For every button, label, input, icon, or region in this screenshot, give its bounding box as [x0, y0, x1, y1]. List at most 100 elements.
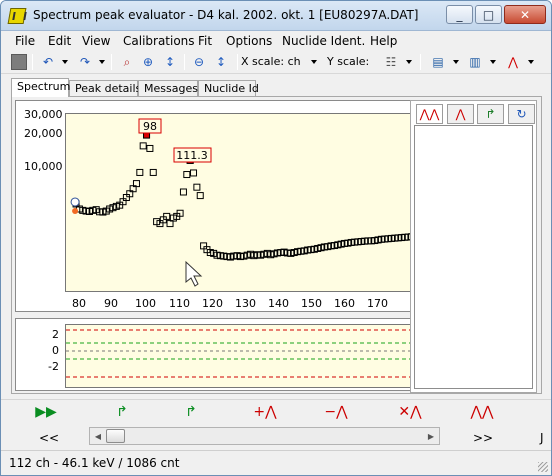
y-scale-icon[interactable]: ☷	[383, 54, 399, 70]
toolbar-separator	[111, 54, 112, 70]
refit-icon[interactable]: ↱	[181, 403, 201, 421]
x-tick-160: 160	[334, 297, 355, 310]
calibration-dropdown-icon[interactable]	[490, 60, 496, 64]
x-tick-170: 170	[367, 297, 388, 310]
residual-plot-frame: 2 0 -2	[15, 318, 416, 391]
x-tick-140: 140	[268, 297, 289, 310]
single-peak-tab-icon[interactable]: ⋀	[447, 104, 474, 124]
x-tick-90: 90	[104, 297, 118, 310]
redo-icon[interactable]: ↷	[77, 54, 93, 70]
toolbar-separator	[237, 54, 238, 70]
data-point	[136, 168, 144, 176]
peaks-tab-icon[interactable]: ⋀⋀	[416, 104, 443, 124]
calibration-icon[interactable]: ▥	[467, 54, 483, 70]
y-tick-20000: 20,000	[24, 127, 63, 140]
close-button[interactable]: ✕	[504, 5, 546, 24]
region-boundary-marker[interactable]	[70, 197, 80, 207]
data-point	[183, 171, 191, 179]
x-tick-150: 150	[301, 297, 322, 310]
toolbar-separator	[420, 54, 421, 70]
region-start-marker[interactable]	[72, 207, 79, 214]
spectrum-settings-dropdown-icon[interactable]	[453, 60, 459, 64]
side-panel-content	[414, 125, 533, 389]
redo-dropdown-icon[interactable]	[99, 60, 105, 64]
menu-file[interactable]: File	[15, 34, 35, 48]
y-scale-label[interactable]: Y scale:	[327, 55, 369, 68]
delete-peak-icon[interactable]: ✕⋀	[398, 403, 421, 421]
application-window: Spectrum peak evaluator - D4 kal. 2002. …	[0, 0, 552, 476]
scroll-thumb[interactable]	[106, 429, 125, 443]
menu-options[interactable]: Options	[226, 34, 272, 48]
tab-nuclide-id[interactable]: Nuclide Id	[198, 80, 259, 97]
menu-fit[interactable]: Fit	[198, 34, 212, 48]
scroll-left-icon[interactable]: ◀	[90, 428, 106, 444]
scroll-right-icon[interactable]: ▶	[423, 428, 439, 444]
run-all-icon[interactable]: ▶▶	[35, 403, 57, 421]
x-tick-130: 130	[235, 297, 256, 310]
title-bar[interactable]: Spectrum peak evaluator - D4 kal. 2002. …	[1, 1, 551, 31]
menu-calibrations[interactable]: Calibrations	[123, 34, 195, 48]
undo-icon[interactable]: ↶	[40, 54, 56, 70]
menu-edit[interactable]: Edit	[48, 34, 71, 48]
x-tick-120: 120	[202, 297, 223, 310]
data-point	[190, 169, 198, 177]
minimize-button[interactable]: _	[446, 5, 473, 24]
x-scale-dropdown-icon[interactable]	[311, 60, 317, 64]
residual-chart	[66, 329, 415, 378]
add-peak-icon[interactable]: +⋀	[253, 403, 276, 421]
zoom-region-icon[interactable]: ⌕	[119, 54, 135, 70]
y-scale-dropdown-icon[interactable]	[406, 60, 412, 64]
zoom-in-icon[interactable]: ⊕	[140, 54, 156, 70]
peak-98-label: 98	[143, 120, 157, 133]
menu-help[interactable]: Help	[370, 34, 397, 48]
toolbar-separator	[184, 54, 185, 70]
tab-messages[interactable]: Messages	[138, 80, 198, 97]
stop-icon[interactable]	[11, 54, 27, 70]
peak-98-label-group: 98	[138, 118, 162, 134]
x-tick-110: 110	[169, 297, 190, 310]
resize-grip[interactable]	[538, 462, 548, 472]
mouse-cursor-icon	[185, 260, 203, 287]
side-panel: ⋀⋀ ⋀ ↱ ↻	[410, 100, 537, 393]
peak-tool-dropdown-icon[interactable]	[528, 60, 534, 64]
menu-bar: File Edit View Calibrations Fit Options …	[1, 32, 551, 50]
data-point	[193, 183, 201, 191]
menu-view[interactable]: View	[82, 34, 110, 48]
fit-peak-icon[interactable]: ↱	[112, 403, 132, 421]
x-tick-80: 80	[72, 297, 86, 310]
spectrum-app-icon	[7, 8, 27, 24]
remove-peak-icon[interactable]: −⋀	[324, 403, 347, 421]
data-point	[179, 188, 187, 196]
previous-page-button[interactable]: <<	[39, 431, 59, 445]
toolbar-separator	[32, 54, 33, 70]
toolbar: ↶ ↷ ⌕ ⊕ ↕ ⊖ ↕ X scale: ch Y scale: ☷ ▤ ▥…	[1, 51, 551, 74]
zoom-y-out-icon[interactable]: ↕	[213, 54, 229, 70]
data-point	[196, 192, 204, 200]
spectrum-plot-area[interactable]: 98 111.3	[65, 113, 419, 293]
y-tick-30000: 30,000	[24, 108, 63, 121]
history-tab-icon[interactable]: ↻	[508, 104, 535, 124]
spectrum-settings-icon[interactable]: ▤	[430, 54, 446, 70]
residual-tick-minus2: -2	[48, 360, 59, 373]
residual-plot-area[interactable]	[65, 324, 415, 388]
spectrum-plot-frame: 98 111.3 30,000 20,000 10,000 80 90 100 …	[15, 100, 419, 312]
tab-spectrum[interactable]: Spectrum	[11, 78, 70, 97]
residual-tick-zero: 0	[52, 344, 59, 357]
maximize-button[interactable]: □	[475, 5, 502, 24]
menu-nuclide-ident[interactable]: Nuclide Ident.	[282, 34, 365, 48]
tab-peak-details[interactable]: Peak details	[69, 80, 141, 97]
x-tick-100: 100	[135, 297, 156, 310]
fit-tab-icon[interactable]: ↱	[477, 104, 504, 124]
spectrum-chart[interactable]: 98 111.3	[66, 114, 419, 293]
x-scale-label[interactable]: X scale: ch	[241, 55, 301, 68]
zoom-out-icon[interactable]: ⊖	[191, 54, 207, 70]
multiplet-icon[interactable]: ⋀⋀	[471, 403, 494, 421]
peak-tool-icon[interactable]: ⋀	[505, 54, 521, 70]
spectrum-tab-content: 98 111.3 30,000 20,000 10,000 80 90 100 …	[11, 96, 542, 394]
spectrum-scrollbar[interactable]: ◀ ▶	[89, 427, 440, 445]
data-point	[146, 144, 154, 152]
jump-button[interactable]: J	[540, 431, 544, 445]
zoom-y-icon[interactable]: ↕	[162, 54, 178, 70]
next-page-button[interactable]: >>	[473, 431, 493, 445]
undo-dropdown-icon[interactable]	[62, 60, 68, 64]
